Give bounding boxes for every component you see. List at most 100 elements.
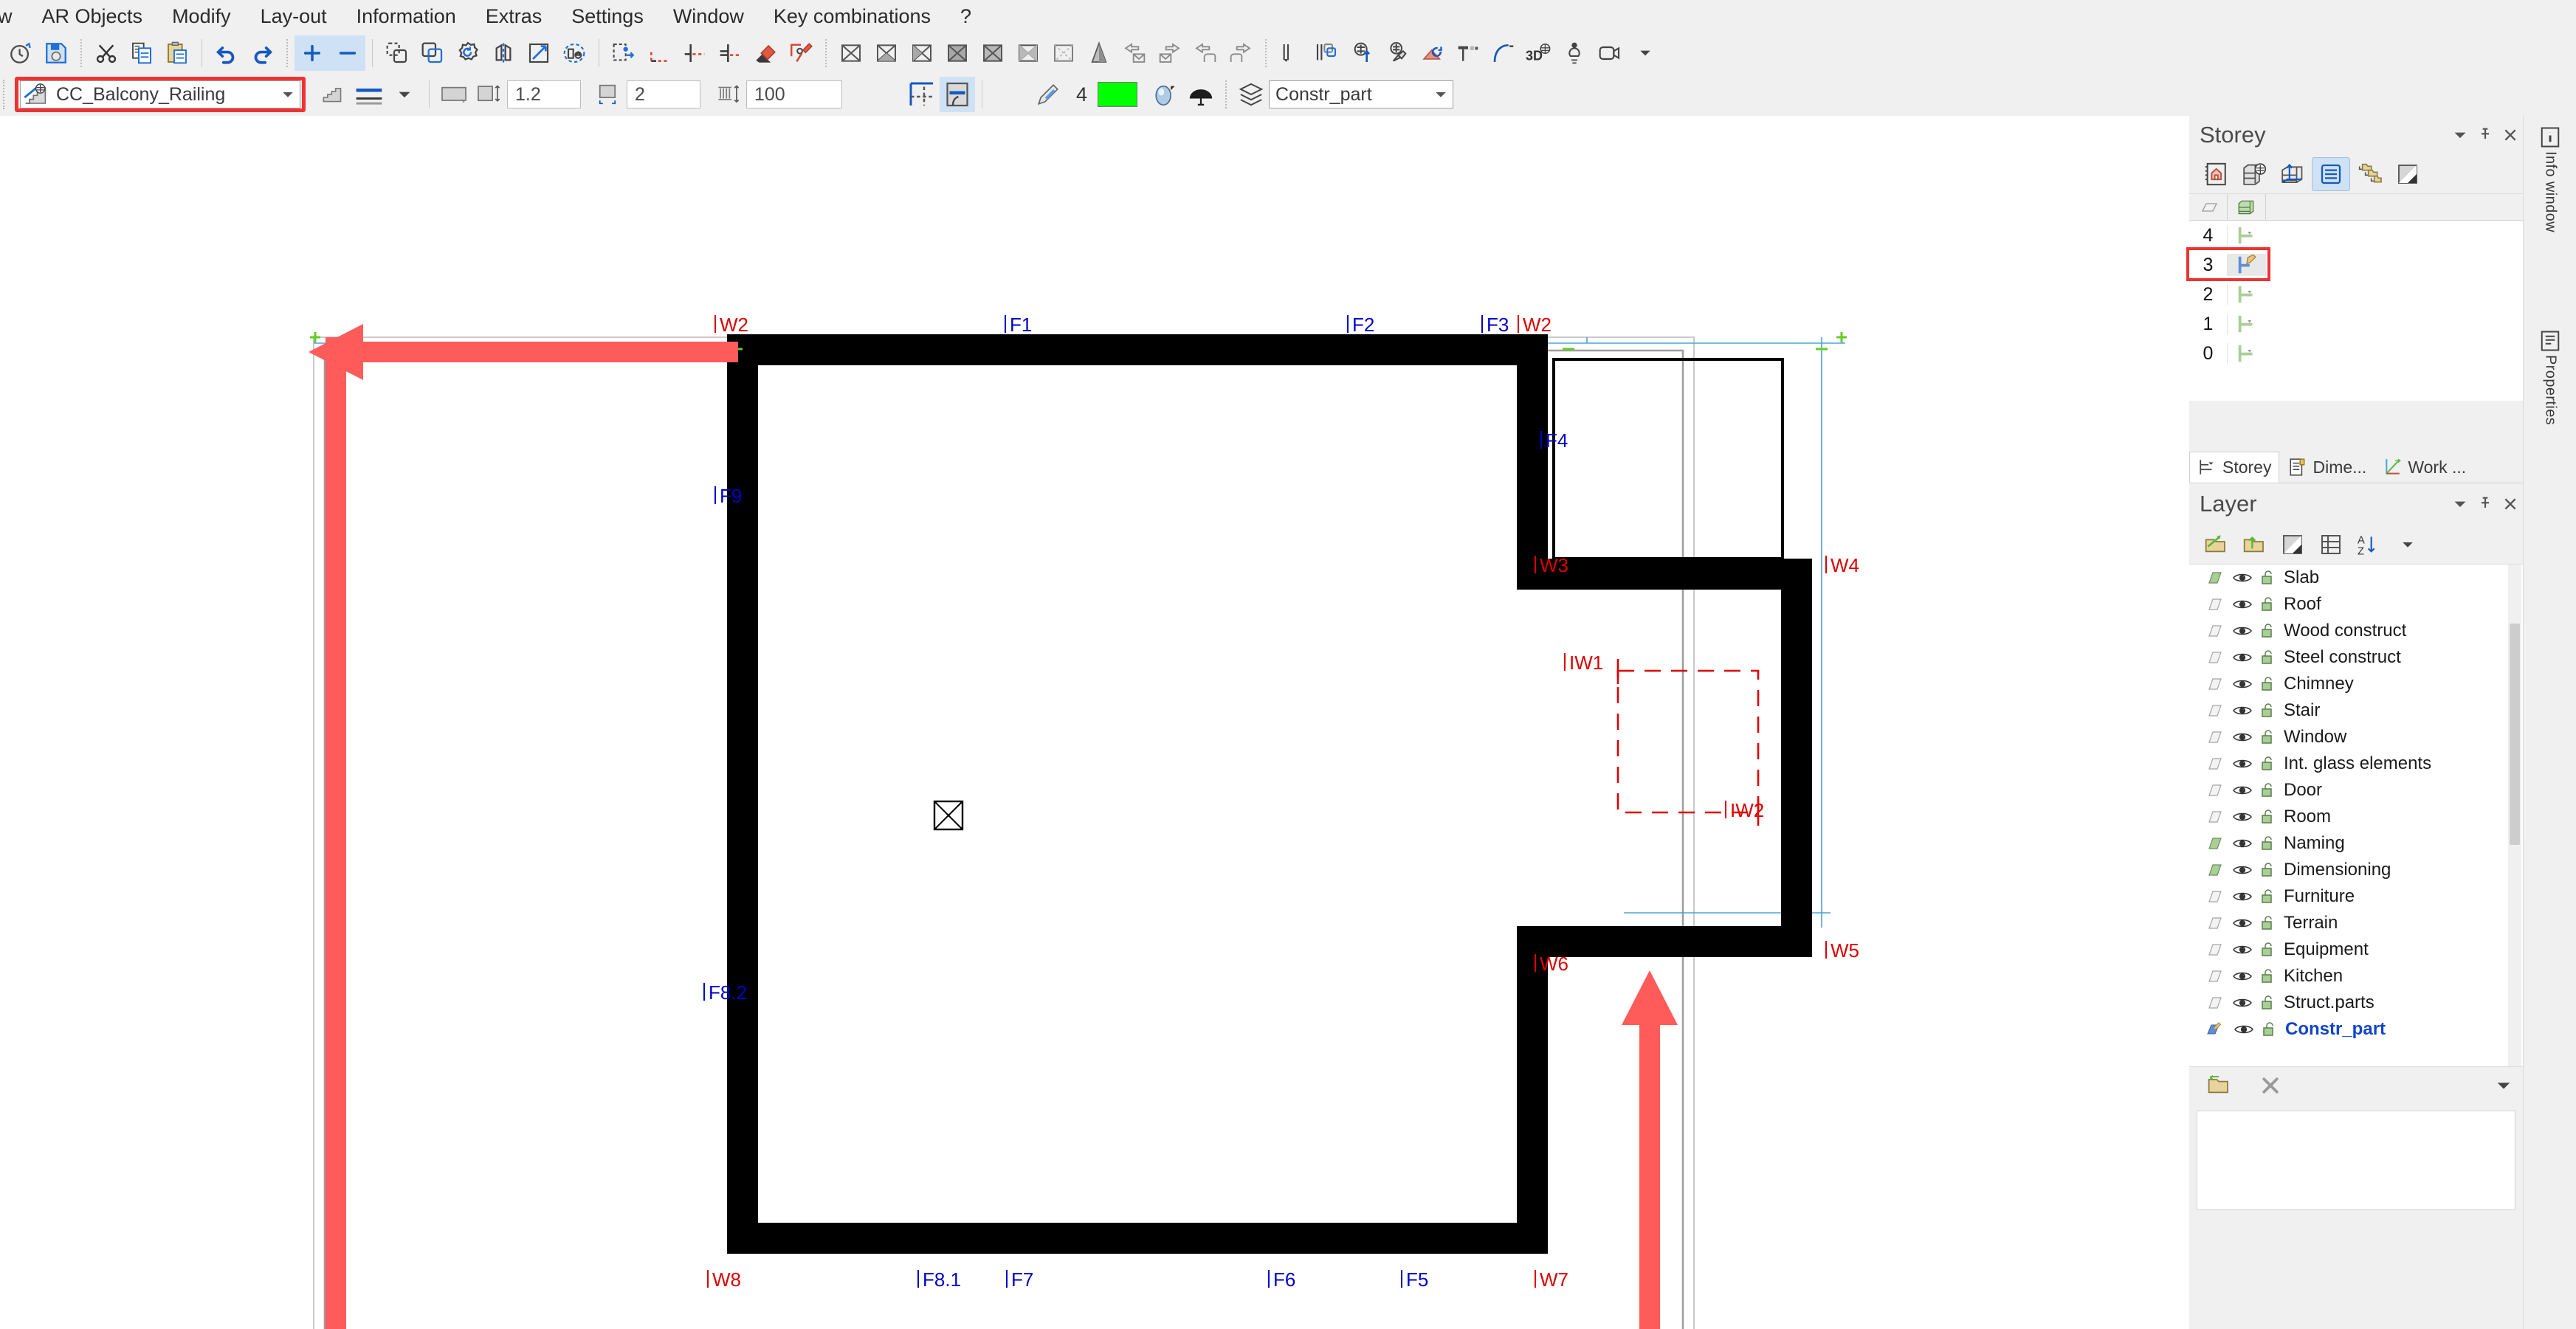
storey-list[interactable]: 4 3 2 1 0 bbox=[2186, 194, 2523, 401]
layer-plane-icon[interactable] bbox=[2205, 597, 2225, 612]
edit-pen-icon[interactable] bbox=[783, 35, 819, 71]
parallel-icon[interactable] bbox=[1273, 35, 1309, 71]
layer-plane-icon[interactable] bbox=[2205, 916, 2225, 931]
layer-list-item[interactable]: Int. glass elements bbox=[2189, 750, 2523, 777]
storey-marker-icon[interactable] bbox=[2228, 283, 2266, 306]
delete-layer-icon[interactable] bbox=[2251, 1069, 2290, 1102]
storey-row[interactable]: 0 bbox=[2189, 339, 2523, 368]
layer-new-icon[interactable] bbox=[2197, 528, 2235, 562]
unlock-icon[interactable] bbox=[2260, 888, 2276, 905]
layer-plane-icon[interactable] bbox=[2205, 969, 2225, 984]
storey-contrast-icon[interactable] bbox=[2389, 157, 2427, 191]
storey-row[interactable]: 2 bbox=[2189, 280, 2523, 309]
eraser-icon[interactable] bbox=[748, 35, 783, 71]
menu-extras[interactable]: Extras bbox=[471, 4, 557, 30]
layer-list-item[interactable]: Roof bbox=[2189, 591, 2523, 618]
toolbar-overflow-icon[interactable] bbox=[1628, 35, 1663, 71]
layer-list-icon[interactable] bbox=[2312, 528, 2350, 562]
toolbar-grip[interactable] bbox=[3, 80, 9, 109]
layer-plane-icon[interactable] bbox=[2205, 677, 2225, 691]
layer-plane-icon[interactable] bbox=[2205, 942, 2225, 957]
rect-icon[interactable] bbox=[436, 77, 472, 112]
layer-list-item[interactable]: Terrain bbox=[2189, 910, 2523, 936]
layer-contrast-icon[interactable] bbox=[2273, 528, 2312, 562]
eye-icon[interactable] bbox=[2232, 784, 2253, 797]
menu-information[interactable]: Information bbox=[342, 4, 471, 30]
layer-list-item[interactable]: Room bbox=[2189, 804, 2523, 830]
menu-draw[interactable]: aw bbox=[0, 4, 27, 30]
layer-plane-icon[interactable] bbox=[2205, 730, 2225, 745]
eye-icon[interactable] bbox=[2232, 651, 2253, 664]
tab-storey[interactable]: Storey bbox=[2189, 452, 2280, 483]
unlock-icon[interactable] bbox=[2260, 703, 2276, 719]
unlock-icon[interactable] bbox=[2260, 995, 2276, 1011]
unlock-icon[interactable] bbox=[2260, 676, 2276, 692]
close-icon[interactable] bbox=[2498, 122, 2523, 148]
layer-list-item[interactable]: Equipment bbox=[2189, 936, 2523, 963]
rail-button-info-window[interactable]: Info window bbox=[2529, 126, 2571, 232]
pin-icon[interactable] bbox=[2473, 122, 2498, 148]
wall-up-icon[interactable] bbox=[1344, 35, 1380, 71]
height-icon[interactable] bbox=[472, 77, 507, 112]
layer-sort-icon[interactable]: A Z bbox=[2350, 528, 2389, 562]
layer-plane-icon[interactable] bbox=[2205, 1021, 2226, 1038]
3d-icon[interactable]: 3D bbox=[1521, 35, 1557, 71]
layer-list-item[interactable]: Slab bbox=[2189, 565, 2523, 591]
menu-help[interactable]: ? bbox=[946, 4, 986, 30]
storey-stack-icon[interactable] bbox=[2235, 157, 2273, 191]
menu-modify[interactable]: Modify bbox=[157, 4, 246, 30]
eye-icon[interactable] bbox=[2232, 943, 2253, 956]
unlock-icon[interactable] bbox=[2260, 623, 2276, 639]
render-view-icon[interactable] bbox=[940, 77, 975, 112]
arrow-left-round-icon[interactable] bbox=[1188, 35, 1223, 71]
close-icon[interactable] bbox=[2498, 491, 2523, 517]
spacing-icon[interactable] bbox=[711, 77, 746, 112]
line-style-dropdown-icon[interactable] bbox=[387, 77, 422, 112]
menu-window[interactable]: Window bbox=[658, 4, 759, 30]
layer-list-item[interactable]: Window bbox=[2189, 724, 2523, 750]
hatch-dome-icon[interactable] bbox=[1183, 77, 1219, 112]
layer-scrollbar[interactable] bbox=[2508, 565, 2521, 1066]
layer-plane-icon[interactable] bbox=[2205, 624, 2225, 638]
unlock-icon[interactable] bbox=[2260, 756, 2276, 772]
menu-key-combinations[interactable]: Key combinations bbox=[759, 4, 946, 30]
layer-list-item[interactable]: Steel construct bbox=[2189, 644, 2523, 671]
eye-icon[interactable] bbox=[2232, 677, 2253, 691]
unlock-icon[interactable] bbox=[2262, 1021, 2278, 1038]
redo-icon[interactable] bbox=[244, 35, 280, 71]
arrow-left-box-icon[interactable] bbox=[1117, 35, 1152, 71]
layer-list-item[interactable]: Struct.parts bbox=[2189, 990, 2523, 1016]
storey-raise-icon[interactable] bbox=[2273, 157, 2312, 191]
fill-solid-icon[interactable] bbox=[940, 35, 975, 71]
pen-icon[interactable] bbox=[1030, 77, 1066, 112]
copy-icon[interactable] bbox=[124, 35, 159, 71]
group-select-icon[interactable] bbox=[557, 35, 592, 71]
fill-none-icon[interactable] bbox=[833, 35, 869, 71]
eye-icon[interactable] bbox=[2232, 624, 2253, 638]
grid-view-icon[interactable] bbox=[904, 77, 940, 112]
layer-plane-icon[interactable] bbox=[2205, 995, 2225, 1010]
duplicate-icon[interactable] bbox=[415, 35, 450, 71]
chevron-down-icon[interactable] bbox=[276, 88, 300, 101]
layer-scrollbar-thumb[interactable] bbox=[2510, 624, 2520, 845]
storey-copy-icon[interactable] bbox=[2350, 157, 2389, 191]
spacing-value-field[interactable]: 100 bbox=[746, 80, 842, 108]
chevron-down-icon[interactable] bbox=[1429, 88, 1453, 101]
line-style-icon[interactable] bbox=[351, 77, 387, 112]
layer-plane-icon[interactable] bbox=[2205, 703, 2225, 718]
layer-more-icon[interactable] bbox=[2389, 528, 2427, 562]
layer-list-item[interactable]: Chimney bbox=[2189, 671, 2523, 697]
height-value-field[interactable]: 1.2 bbox=[507, 80, 581, 108]
storey-list-icon[interactable] bbox=[2312, 156, 2350, 191]
arc-icon[interactable] bbox=[1486, 35, 1521, 71]
wall-brush-icon[interactable] bbox=[1380, 35, 1415, 71]
pin-icon[interactable] bbox=[2473, 491, 2498, 517]
layer-list-item[interactable]: Furniture bbox=[2189, 883, 2523, 910]
camera-icon[interactable] bbox=[1592, 35, 1628, 71]
rotate-icon[interactable] bbox=[450, 35, 486, 71]
layer-list-item[interactable]: Stair bbox=[2189, 697, 2523, 724]
material-sphere-icon[interactable] bbox=[1148, 77, 1183, 112]
layer-plane-icon[interactable] bbox=[2205, 863, 2225, 877]
count-icon[interactable] bbox=[591, 77, 627, 112]
menu-ar-objects[interactable]: AR Objects bbox=[27, 4, 158, 30]
